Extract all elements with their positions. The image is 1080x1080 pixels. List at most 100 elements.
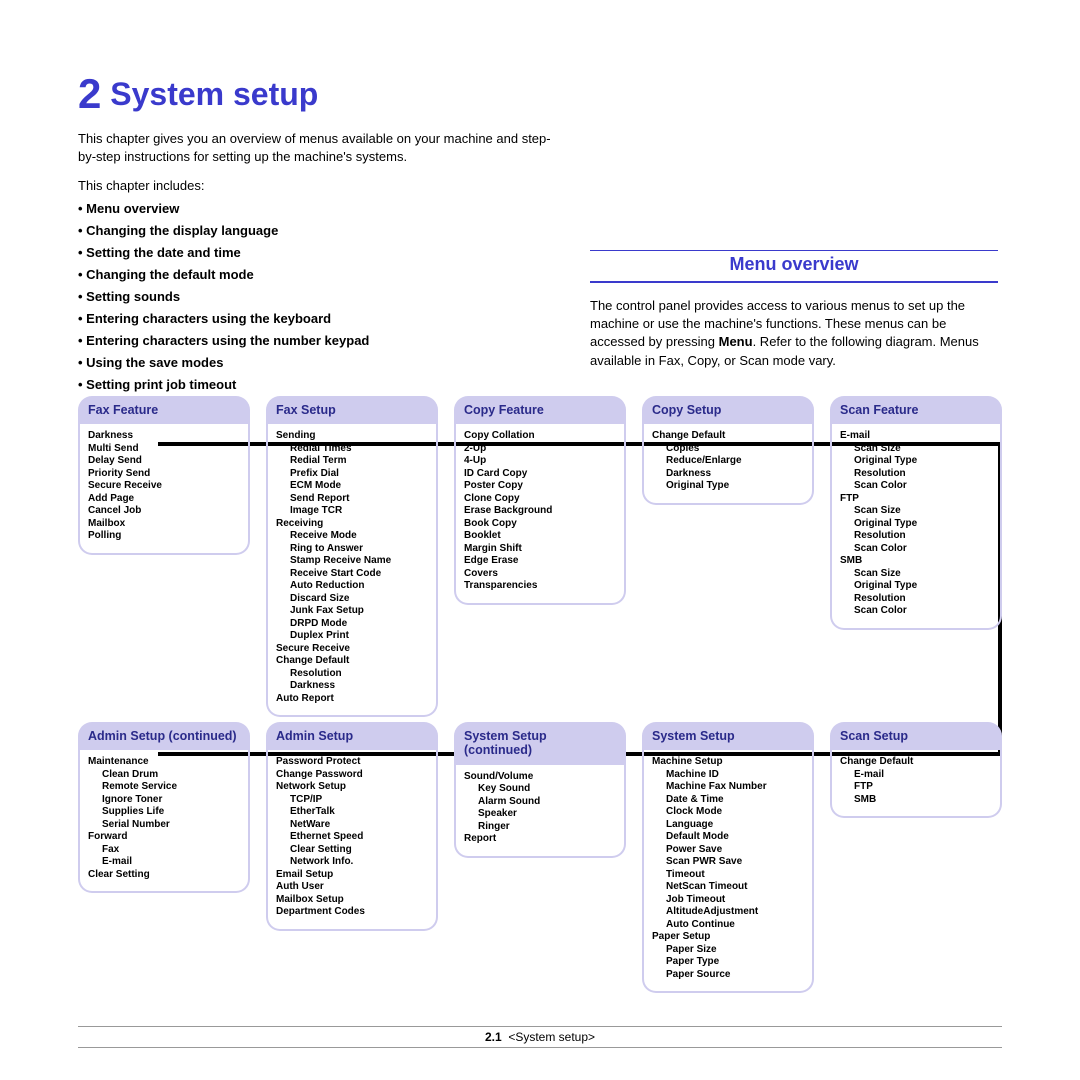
menu-item: Scan Size xyxy=(840,505,992,518)
menu-item: Copy Collation xyxy=(464,430,616,443)
menu-box-title: System Setup (continued) xyxy=(454,722,626,765)
menu-item: Machine Fax Number xyxy=(652,781,804,794)
menu-item: Change Password xyxy=(276,769,428,782)
toc-item[interactable]: Setting print job timeout xyxy=(78,377,1010,392)
menu-item: E-mail xyxy=(840,430,992,443)
section-body-bold: Menu xyxy=(719,334,753,349)
menu-item: Original Type xyxy=(652,480,804,493)
menu-item: Forward xyxy=(88,831,240,844)
menu-item: E-mail xyxy=(840,769,992,782)
menu-box: Admin SetupPassword ProtectChange Passwo… xyxy=(266,722,438,993)
menu-item: Network Setup xyxy=(276,781,428,794)
menu-item: Priority Send xyxy=(88,468,240,481)
menu-item: Machine Setup xyxy=(652,756,804,769)
menu-item: Scan Size xyxy=(840,568,992,581)
menu-item: Auto Report xyxy=(276,693,428,706)
menu-item: Machine ID xyxy=(652,769,804,782)
menu-item: Redial Term xyxy=(276,455,428,468)
footer-label: <System setup> xyxy=(508,1030,595,1044)
menu-box-title: Fax Setup xyxy=(266,396,438,424)
menu-box-body: Copy Collation2-Up4-UpID Card CopyPoster… xyxy=(454,424,626,605)
page-footer: 2.1 <System setup> xyxy=(78,1026,1002,1048)
menu-item: Resolution xyxy=(276,668,428,681)
menu-item: Job Timeout xyxy=(652,894,804,907)
menu-item: Booklet xyxy=(464,530,616,543)
menu-item: Reduce/Enlarge xyxy=(652,455,804,468)
menu-box-body: Machine SetupMachine IDMachine Fax Numbe… xyxy=(642,750,814,993)
menu-item: TCP/IP xyxy=(276,794,428,807)
menu-item: FTP xyxy=(840,493,992,506)
menu-item: Paper Source xyxy=(652,969,804,982)
menu-box-title: Admin Setup xyxy=(266,722,438,750)
menu-item: Resolution xyxy=(840,593,992,606)
menu-item: Mailbox Setup xyxy=(276,894,428,907)
menu-item: Darkness xyxy=(276,680,428,693)
menu-item: AltitudeAdjustment xyxy=(652,906,804,919)
menu-item: Network Info. xyxy=(276,856,428,869)
menu-box-body: MaintenanceClean DrumRemote ServiceIgnor… xyxy=(78,750,250,893)
menu-item: 2-Up xyxy=(464,443,616,456)
menu-item: Original Type xyxy=(840,518,992,531)
menu-item: Paper Size xyxy=(652,944,804,957)
menu-item: Redial Times xyxy=(276,443,428,456)
menu-box-title: Copy Setup xyxy=(642,396,814,424)
menu-item: Clone Copy xyxy=(464,493,616,506)
menu-item: Polling xyxy=(88,530,240,543)
menu-item: Discard Size xyxy=(276,593,428,606)
menu-item: Prefix Dial xyxy=(276,468,428,481)
menu-box-title: Scan Setup xyxy=(830,722,1002,750)
menu-box: Copy SetupChange DefaultCopiesReduce/Enl… xyxy=(642,396,814,717)
menu-box-body: Change DefaultE-mailFTPSMB xyxy=(830,750,1002,818)
menu-item: Alarm Sound xyxy=(464,796,616,809)
menu-item: Ringer xyxy=(464,821,616,834)
menu-item: NetScan Timeout xyxy=(652,881,804,894)
menu-item: Multi Send xyxy=(88,443,240,456)
menu-item: Change Default xyxy=(276,655,428,668)
menu-item: Password Protect xyxy=(276,756,428,769)
menu-item: Image TCR xyxy=(276,505,428,518)
menu-item: Auto Reduction xyxy=(276,580,428,593)
menu-item: Transparencies xyxy=(464,580,616,593)
menu-item: Clock Mode xyxy=(652,806,804,819)
menu-item: Receiving xyxy=(276,518,428,531)
menu-item: Original Type xyxy=(840,580,992,593)
menu-box-title: Copy Feature xyxy=(454,396,626,424)
menu-item: Fax xyxy=(88,844,240,857)
menu-item: EtherTalk xyxy=(276,806,428,819)
toc-label: This chapter includes: xyxy=(78,178,1010,193)
menu-box-title: Scan Feature xyxy=(830,396,1002,424)
menu-item: Ignore Toner xyxy=(88,794,240,807)
menu-box-body: Change DefaultCopiesReduce/EnlargeDarkne… xyxy=(642,424,814,505)
menu-box: Scan SetupChange DefaultE-mailFTPSMB xyxy=(830,722,1002,993)
menu-item: Power Save xyxy=(652,844,804,857)
menu-item: Change Default xyxy=(652,430,804,443)
menu-item: Scan Color xyxy=(840,543,992,556)
menu-item: SMB xyxy=(840,555,992,568)
menu-item: FTP xyxy=(840,781,992,794)
menu-item: Clear Setting xyxy=(276,844,428,857)
menu-box-body: E-mailScan SizeOriginal TypeResolutionSc… xyxy=(830,424,1002,630)
menu-item: Poster Copy xyxy=(464,480,616,493)
menu-item: Original Type xyxy=(840,455,992,468)
menu-item: Resolution xyxy=(840,530,992,543)
menu-box: Fax FeatureDarknessMulti SendDelay SendP… xyxy=(78,396,250,717)
menu-item: Edge Erase xyxy=(464,555,616,568)
menu-box-body: Password ProtectChange PasswordNetwork S… xyxy=(266,750,438,931)
chapter-title: 2 System setup xyxy=(78,70,1010,118)
menu-item: Ethernet Speed xyxy=(276,831,428,844)
menu-item: Supplies Life xyxy=(88,806,240,819)
menu-item: Delay Send xyxy=(88,455,240,468)
menu-box-body: SendingRedial TimesRedial TermPrefix Dia… xyxy=(266,424,438,717)
menu-item: Secure Receive xyxy=(88,480,240,493)
menu-item: Copies xyxy=(652,443,804,456)
toc-item[interactable]: Menu overview xyxy=(78,201,1010,216)
menu-item: E-mail xyxy=(88,856,240,869)
menu-item: Clear Setting xyxy=(88,869,240,882)
menu-item: Auth User xyxy=(276,881,428,894)
menu-item: NetWare xyxy=(276,819,428,832)
toc-item[interactable]: Changing the display language xyxy=(78,223,1010,238)
menu-item: Darkness xyxy=(652,468,804,481)
menu-item: Department Codes xyxy=(276,906,428,919)
menu-item: Secure Receive xyxy=(276,643,428,656)
menu-box: Copy FeatureCopy Collation2-Up4-UpID Car… xyxy=(454,396,626,717)
